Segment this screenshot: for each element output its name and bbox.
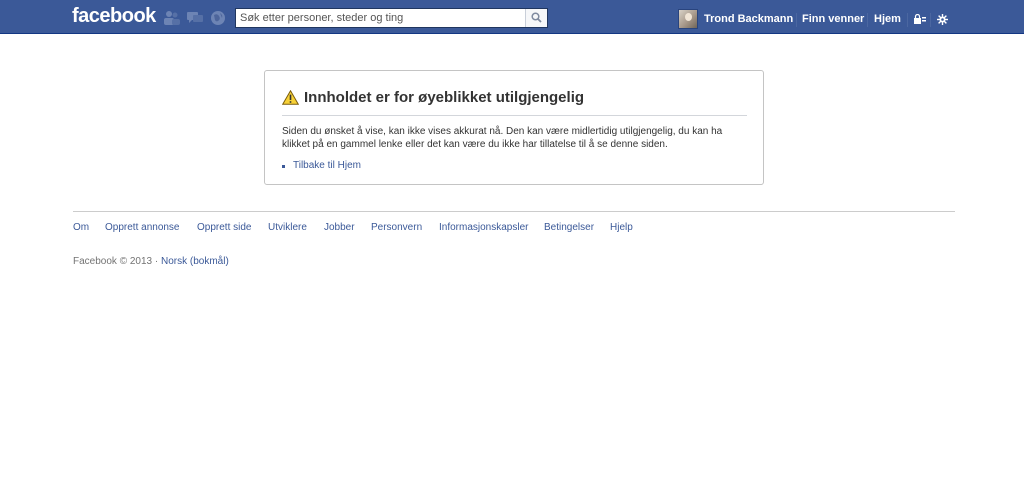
- bullet: [282, 165, 285, 168]
- privacy-icon[interactable]: [914, 13, 926, 27]
- nav-separator: [796, 13, 797, 27]
- footer-link-terms[interactable]: Betingelser: [544, 222, 594, 233]
- back-home-link[interactable]: Tilbake til Hjem: [293, 160, 361, 171]
- footer-divider: [73, 211, 955, 212]
- nav-separator: [907, 13, 908, 27]
- footer-link-help[interactable]: Hjelp: [610, 222, 633, 233]
- footer-link-careers[interactable]: Jobber: [324, 222, 355, 233]
- nav-separator: [867, 13, 868, 27]
- language-link[interactable]: Norsk (bokmål): [161, 256, 229, 267]
- warning-icon: [281, 89, 300, 108]
- copyright: Facebook © 2013 · Norsk (bokmål): [73, 256, 229, 267]
- top-nav: Finn venner Hjem: [0, 13, 1024, 27]
- footer-link-about[interactable]: Om: [73, 222, 89, 233]
- error-box: Innholdet er for øyeblikket utilgjengeli…: [264, 70, 764, 185]
- settings-icon[interactable]: [937, 14, 948, 28]
- error-title: Innholdet er for øyeblikket utilgjengeli…: [304, 89, 585, 106]
- top-bar: facebook Søk etter personer, steder og t…: [0, 0, 1024, 34]
- error-header: Innholdet er for øyeblikket utilgjengeli…: [281, 89, 747, 116]
- footer-link-privacy[interactable]: Personvern: [371, 222, 422, 233]
- footer-link-cookies[interactable]: Informasjonskapsler: [439, 222, 528, 233]
- footer-link-create-ad[interactable]: Opprett annonse: [105, 222, 180, 233]
- home-link[interactable]: Hjem: [874, 13, 901, 25]
- error-message: Siden du ønsket å vise, kan ikke vises a…: [282, 126, 723, 150]
- footer-link-developers[interactable]: Utviklere: [268, 222, 307, 233]
- find-friends-link[interactable]: Finn venner: [802, 13, 864, 25]
- copyright-text: Facebook © 2013 ·: [73, 256, 159, 267]
- footer-link-create-page[interactable]: Opprett side: [197, 222, 251, 233]
- nav-separator: [930, 13, 931, 27]
